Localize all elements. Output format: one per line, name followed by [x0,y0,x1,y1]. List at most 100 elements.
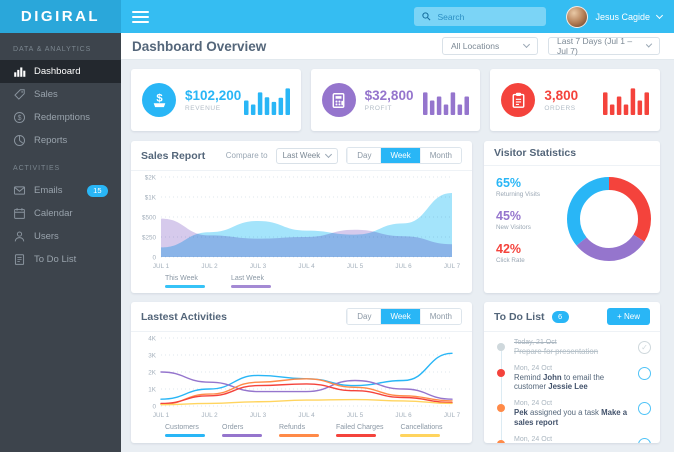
svg-text:JUL 1: JUL 1 [153,263,170,270]
visitor-stat: 65% Returning Visits [496,176,540,198]
svg-text:JUL 5: JUL 5 [347,412,364,419]
todo-status-dot [497,368,505,377]
stat-label: PROFIT [364,105,393,112]
svg-text:$250: $250 [142,234,157,241]
todo-status-dot [497,343,505,351]
svg-text:JUL 5: JUL 5 [347,263,364,270]
sidebar-item[interactable]: Dashboard [0,60,121,83]
visitor-statistics-panel: Visitor Statistics 65% Returning Visits [484,141,660,293]
stat-label: REVENUE [185,105,221,112]
sidebar-item[interactable]: Users [0,225,121,248]
app-logo: DIGIRAL [0,0,121,33]
todo-text: Remind John to email the customer Jessie… [514,372,605,392]
svg-text:JUL 7: JUL 7 [444,412,460,419]
legend-item: Failed Charges [336,424,383,437]
svg-text:3K: 3K [148,352,157,359]
sidebar-item[interactable]: $ Redemptions [0,106,121,129]
svg-text:4K: 4K [148,335,157,342]
range-tab[interactable]: Week [380,148,420,163]
sidebar-item[interactable]: Sales [0,83,121,106]
sidebar-badge: 15 [86,184,108,197]
sidebar-item-label: Sales [34,89,58,100]
stat-value: 3,800 [544,88,579,103]
sidebar-item-label: Users [34,231,59,242]
todo-checkbox[interactable] [638,437,651,443]
todo-item: Mon, 24 Oct Prepare for presentation [484,432,660,443]
todo-text: Prepare for presentation [514,347,599,356]
sidebar: DATA & ANALYTICS Dashboard Sales $ Redem… [0,33,121,452]
todo-text: Pek assigned you a task Make a sales rep… [514,408,628,427]
todo-item: Today, 21 Oct Prepare for presentation ✓ [484,335,660,361]
range-tab[interactable]: Month [419,148,461,163]
legend-item: Cancellations [400,424,443,437]
topbar: DIGIRAL Jesus Cagide [0,0,674,33]
pie-chart-icon [13,134,26,147]
location-filter-dropdown[interactable]: All Locations [442,37,538,55]
svg-text:JUL 1: JUL 1 [153,412,170,419]
user-menu[interactable]: Jesus Cagide [566,5,664,28]
compare-dropdown[interactable]: Last Week [275,147,339,164]
sidebar-item[interactable]: Calendar [0,202,121,225]
search-input[interactable] [437,11,540,22]
todo-item: Mon, 24 Oct Pek assigned you a task Make… [484,396,660,431]
chevron-down-icon [645,41,653,48]
visitor-donut-chart [567,177,651,261]
stat-cards-row: $ $102,200 REVENUE $32,800 PROFIT 3,800 … [131,69,660,131]
range-tab[interactable]: Month [419,309,461,324]
new-todo-button[interactable]: + New [607,308,650,325]
svg-text:$500: $500 [142,214,157,221]
legend-item: Customers [165,424,205,437]
legend-item: Last Week [231,275,271,288]
todo-checkbox[interactable]: ✓ [638,341,651,354]
sales-legend: This Week Last Week [131,274,472,293]
date-range-dropdown[interactable]: Last 7 Days (Jul 1 – Jul 7) [548,36,660,56]
chevron-down-icon [325,150,333,158]
stat-sparkline [423,92,470,115]
svg-text:JUL 4: JUL 4 [298,412,315,419]
sidebar-nav-analytics: Dashboard Sales $ Redemptions Reports [0,60,121,152]
sidebar-section-analytics: DATA & ANALYTICS [13,46,92,53]
svg-text:2K: 2K [148,369,157,376]
svg-text:JUL 3: JUL 3 [250,263,267,270]
hamburger-menu-icon[interactable] [132,8,149,26]
page-title: Dashboard Overview [132,38,267,54]
svg-text:0: 0 [152,403,156,410]
visitor-stats: 65% Returning Visits 45% New Visitors 42… [496,176,558,275]
todo-status-dot [497,404,505,413]
svg-text:JUL 6: JUL 6 [395,412,412,419]
visitor-stat: 42% Click Rate [496,242,525,264]
todo-date: Mon, 24 Oct [514,400,553,408]
clipboard-check-icon [512,92,525,108]
legend-item: Orders [222,424,262,437]
svg-text:JUL 2: JUL 2 [201,263,218,270]
calculator-icon [332,92,345,108]
sidebar-item[interactable]: Reports [0,129,121,152]
stat-value: $102,200 [185,88,242,103]
range-tab[interactable]: Day [347,309,381,324]
sidebar-nav-activities: Emails 15 Calendar Users To Do List [0,179,121,271]
search-box[interactable] [414,7,547,26]
compare-to-label: Compare to [225,151,268,160]
range-tab[interactable]: Week [380,309,420,324]
stat-icon-circle: $ [142,83,176,117]
sidebar-item[interactable]: Emails 15 [0,179,121,202]
svg-text:1K: 1K [148,386,157,393]
todo-checkbox[interactable] [638,402,651,416]
panel-title: To Do List [494,310,545,323]
dollar-circle-icon: $ [13,111,26,124]
range-tab[interactable]: Day [347,148,381,163]
sales-report-panel: Sales Report Compare to Last Week Day We… [131,141,472,293]
activities-line-chart: 4K 3K 2K 1K 0 JUL 1 JUL 2 JUL 3 JUL 4 JUL 5 JUL 6 J… [148,335,460,419]
svg-text:$2K: $2K [145,174,157,181]
stat-card: $ $102,200 REVENUE [131,69,301,131]
panel-title: Visitor Statistics [494,147,577,159]
svg-text:$: $ [18,115,22,122]
stat-icon-circle [501,83,536,117]
stat-value: $32,800 [364,88,414,103]
todo-list: Today, 21 Oct Prepare for presentation ✓ [484,332,660,443]
sidebar-item[interactable]: To Do List [0,248,121,271]
stat-label: ORDERS [544,105,576,112]
avatar[interactable] [566,5,589,28]
sidebar-item-label: Redemptions [34,112,90,123]
todo-checkbox[interactable] [638,366,651,380]
